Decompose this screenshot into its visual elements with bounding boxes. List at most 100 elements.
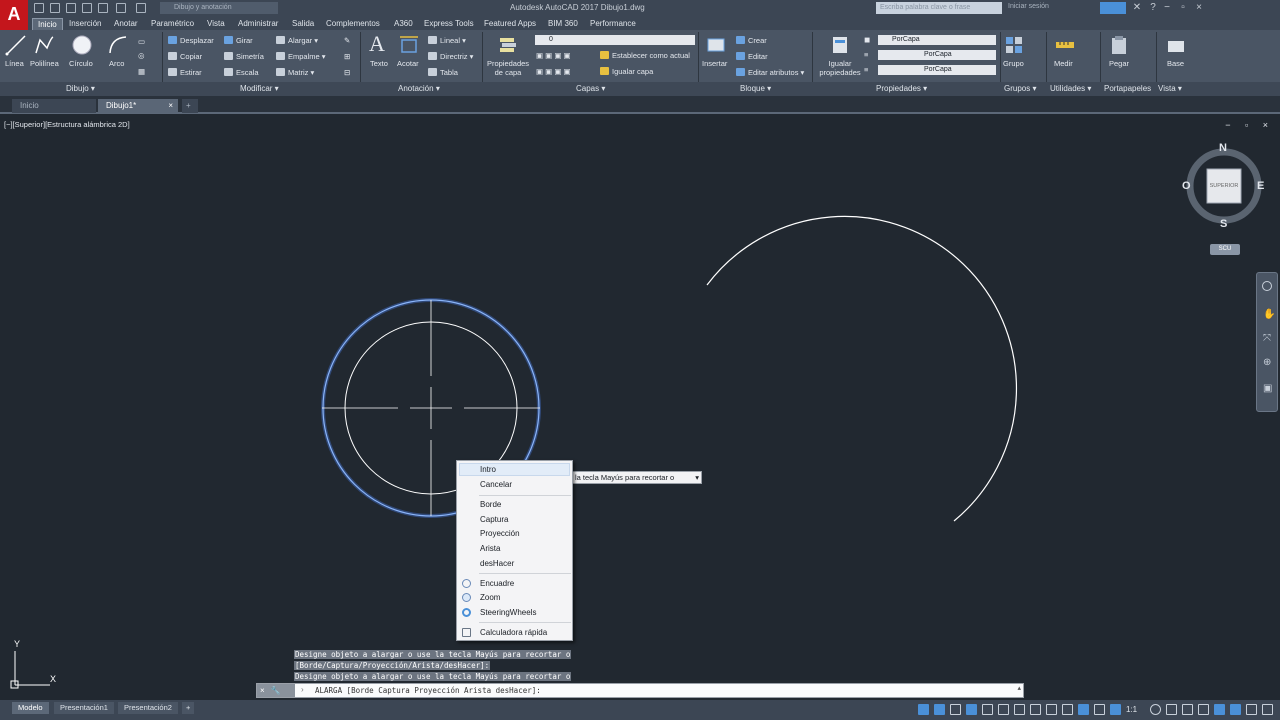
steeringwheel-icon[interactable] [1262, 281, 1272, 291]
orbit-icon[interactable]: ⊕ [1263, 357, 1271, 368]
annotation-monitor-icon[interactable] [1166, 704, 1177, 715]
app-logo[interactable]: A [0, 0, 28, 30]
create-block-button[interactable]: Crear [736, 36, 767, 45]
tooltip-arrow-icon[interactable]: ▾ [695, 472, 699, 483]
osnap-tracking-icon[interactable] [1014, 704, 1025, 715]
transparency-icon[interactable] [1062, 704, 1073, 715]
base-view-icon[interactable] [1165, 34, 1187, 56]
tab-insercion[interactable]: Inserción [64, 18, 106, 30]
circle-button[interactable]: Círculo [69, 59, 93, 68]
panel-title-properties[interactable]: Propiedades ▾ [876, 84, 927, 93]
offset-icon[interactable]: ⊟ [344, 68, 350, 77]
layout-tab-presentation2[interactable]: Presentación2 [118, 702, 178, 714]
tab-performance[interactable]: Performance [585, 18, 641, 30]
context-menu-item-cancelar[interactable]: Cancelar [480, 480, 512, 489]
minimize-button[interactable]: − [1160, 1, 1174, 15]
open-icon[interactable] [50, 3, 60, 13]
viewcube-north[interactable]: N [1219, 142, 1227, 154]
undo-icon[interactable] [116, 3, 126, 13]
arc-icon[interactable] [107, 34, 129, 56]
explode-icon[interactable]: ⊞ [344, 52, 350, 61]
navigation-bar[interactable]: ✋ ⤧ ⊕ ▣ [1256, 272, 1278, 412]
layer-combo[interactable]: 0 [535, 35, 695, 45]
paste-icon[interactable] [1108, 34, 1130, 56]
viewcube[interactable]: N S E O SUPERIOR [1182, 142, 1266, 230]
viewcube-face-top[interactable]: SUPERIOR [1207, 183, 1241, 189]
panel-title-draw[interactable]: Dibujo ▾ [66, 84, 95, 93]
base-view-button[interactable]: Base [1167, 59, 1184, 68]
wcs-menu[interactable]: SCU [1210, 244, 1240, 255]
insert-block-icon[interactable] [705, 34, 727, 56]
lineweight-combo[interactable]: PorCapa [878, 65, 996, 75]
osnap-icon[interactable] [1030, 704, 1041, 715]
gradient-icon[interactable]: ▦ [138, 67, 145, 76]
grid-icon[interactable] [934, 704, 945, 715]
drawing-geometry[interactable] [0, 116, 1280, 700]
selection-cycling-icon[interactable] [1078, 704, 1089, 715]
search-button[interactable] [1100, 2, 1126, 14]
rotate-button[interactable]: Girar [224, 36, 253, 45]
panel-title-view[interactable]: Vista ▾ [1158, 84, 1182, 93]
panel-title-utilities[interactable]: Utilidades ▾ [1050, 84, 1091, 93]
dimension-icon[interactable] [398, 34, 420, 56]
group-icon[interactable] [1003, 34, 1025, 56]
drawing-canvas[interactable]: [−][Superior][Estructura alámbrica 2D] −… [0, 116, 1280, 700]
match-properties-icon[interactable] [829, 34, 851, 56]
tab-featured-apps[interactable]: Featured Apps [479, 18, 541, 30]
tab-express-tools[interactable]: Express Tools [419, 18, 479, 30]
quick-properties-icon[interactable] [1198, 704, 1209, 715]
add-layout-button[interactable]: + [182, 702, 195, 714]
array-button[interactable]: Matriz ▾ [276, 68, 314, 77]
panel-title-layers[interactable]: Capas ▾ [576, 84, 605, 93]
signin-link[interactable]: Iniciar sesión [1008, 3, 1049, 10]
tab-complementos[interactable]: Complementos [321, 18, 385, 30]
circle-icon[interactable] [71, 34, 93, 56]
maximize-button[interactable]: ▫ [1176, 1, 1190, 15]
viewcube-east[interactable]: E [1257, 180, 1264, 192]
panel-title-block[interactable]: Bloque ▾ [740, 84, 771, 93]
workspace-switch-icon[interactable] [1150, 704, 1161, 715]
ortho-icon[interactable] [966, 704, 977, 715]
polar-icon[interactable] [982, 704, 993, 715]
linetype-combo[interactable]: PorCapa [878, 50, 996, 60]
isolate-objects-icon[interactable] [1230, 704, 1241, 715]
search-input[interactable]: Escriba palabra clave o frase [876, 2, 1002, 14]
exchange-icon[interactable]: ✕ [1130, 1, 1144, 15]
color-combo[interactable]: PorCapa [878, 35, 996, 45]
new-tab-button[interactable]: + [182, 99, 198, 113]
set-current-button[interactable]: Establecer como actual [600, 51, 690, 60]
save-icon[interactable] [66, 3, 76, 13]
context-menu-item-arista[interactable]: Arista [480, 544, 500, 553]
tab-parametrico[interactable]: Paramétrico [146, 18, 199, 30]
context-menu-item-encuadre[interactable]: Encuadre [480, 579, 514, 588]
redo-icon[interactable] [136, 3, 146, 13]
context-menu-item-borde[interactable]: Borde [480, 500, 501, 509]
units-icon[interactable] [1182, 704, 1193, 715]
insert-button[interactable]: Insertar [702, 59, 727, 68]
fillet-button[interactable]: Empalme ▾ [276, 52, 326, 61]
context-menu-item-deshacer[interactable]: desHacer [480, 559, 514, 568]
command-line[interactable]: × 🔧 › ALARGA [Borde Captura Proyección A… [256, 683, 1024, 698]
layer-state-icons[interactable]: ▣ ▣ ▣ ▣ [536, 51, 571, 60]
tab-salida[interactable]: Salida [287, 18, 319, 30]
command-history-toggle-icon[interactable]: ▴ [1017, 684, 1021, 692]
line-button[interactable]: Línea [5, 59, 24, 68]
print-icon[interactable] [98, 3, 108, 13]
polyline-icon[interactable] [33, 34, 55, 56]
annotation-visibility-icon[interactable] [1110, 704, 1121, 715]
copy-button[interactable]: Copiar [168, 52, 202, 61]
stretch-button[interactable]: Estirar [168, 68, 202, 77]
linear-dimension-button[interactable]: Lineal ▾ [428, 36, 466, 45]
3d-osnap-icon[interactable] [1094, 704, 1105, 715]
layer-properties-icon[interactable] [497, 34, 519, 56]
zoom-extents-icon[interactable]: ⤧ [1263, 333, 1271, 344]
tab-inicio[interactable]: Inicio [32, 18, 63, 30]
edit-block-button[interactable]: Editar [736, 52, 768, 61]
match-layer-button[interactable]: Igualar capa [600, 67, 653, 76]
hatch-icon[interactable]: ◎ [138, 51, 145, 60]
mirror-button[interactable]: Simetría [224, 52, 264, 61]
rectangle-icon[interactable]: ▭ [138, 37, 145, 46]
doc-tab-drawing1[interactable]: Dibujo1* × [98, 99, 178, 113]
polyline-button[interactable]: Polilínea [30, 59, 59, 68]
group-button[interactable]: Grupo [1003, 59, 1024, 68]
